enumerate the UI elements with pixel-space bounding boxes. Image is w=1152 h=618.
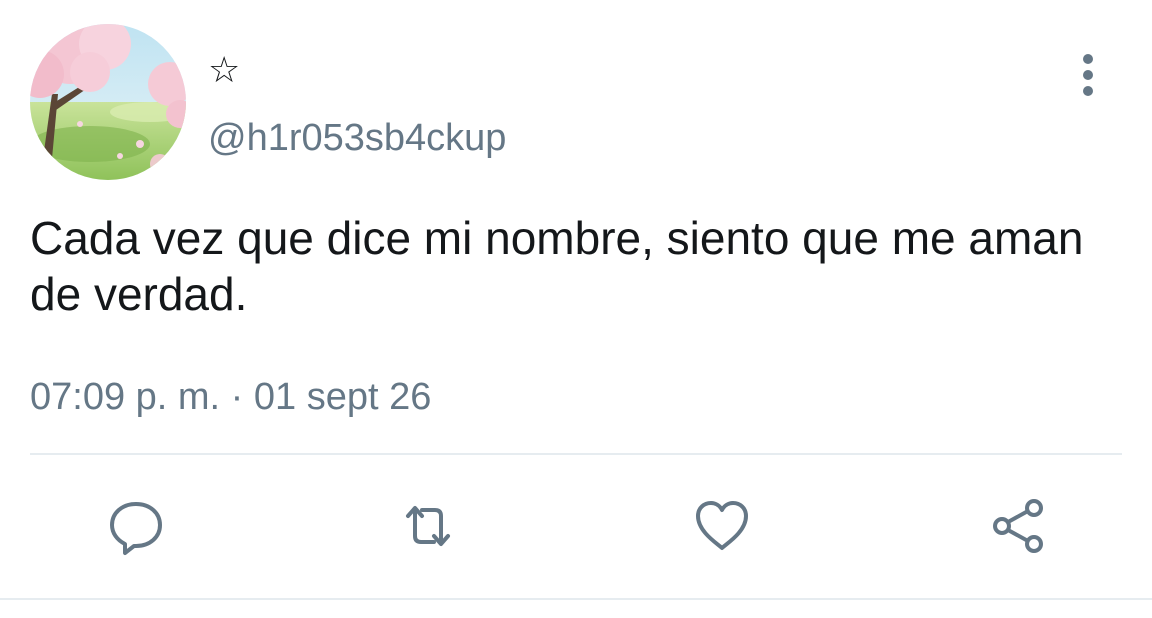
divider [30,453,1122,455]
heart-icon [696,501,748,550]
reply-button[interactable] [104,494,168,558]
more-options-button[interactable] [1066,50,1110,100]
tweet-timestamp[interactable]: 07:09 p. m. · 01 sept 26 [30,374,431,420]
tweet-card: ☆ @h1r053sb4ckup Cada vez que dice mi no… [0,0,1152,618]
avatar-image [30,24,186,180]
more-dot-icon [1083,86,1093,96]
display-name[interactable]: ☆ [208,48,240,92]
more-dot-icon [1083,54,1093,64]
reply-icon [110,502,162,555]
action-bar [0,494,1152,558]
like-button[interactable] [690,494,754,558]
share-icon [993,499,1043,553]
avatar[interactable] [30,24,186,180]
tweet-text: Cada vez que dice mi nombre, siento que … [30,212,1084,320]
divider [0,598,1152,600]
retweet-button[interactable] [396,494,460,558]
retweet-icon [406,506,450,546]
user-handle[interactable]: @h1r053sb4ckup [208,116,506,160]
share-button[interactable] [986,494,1050,558]
more-dot-icon [1083,70,1093,80]
